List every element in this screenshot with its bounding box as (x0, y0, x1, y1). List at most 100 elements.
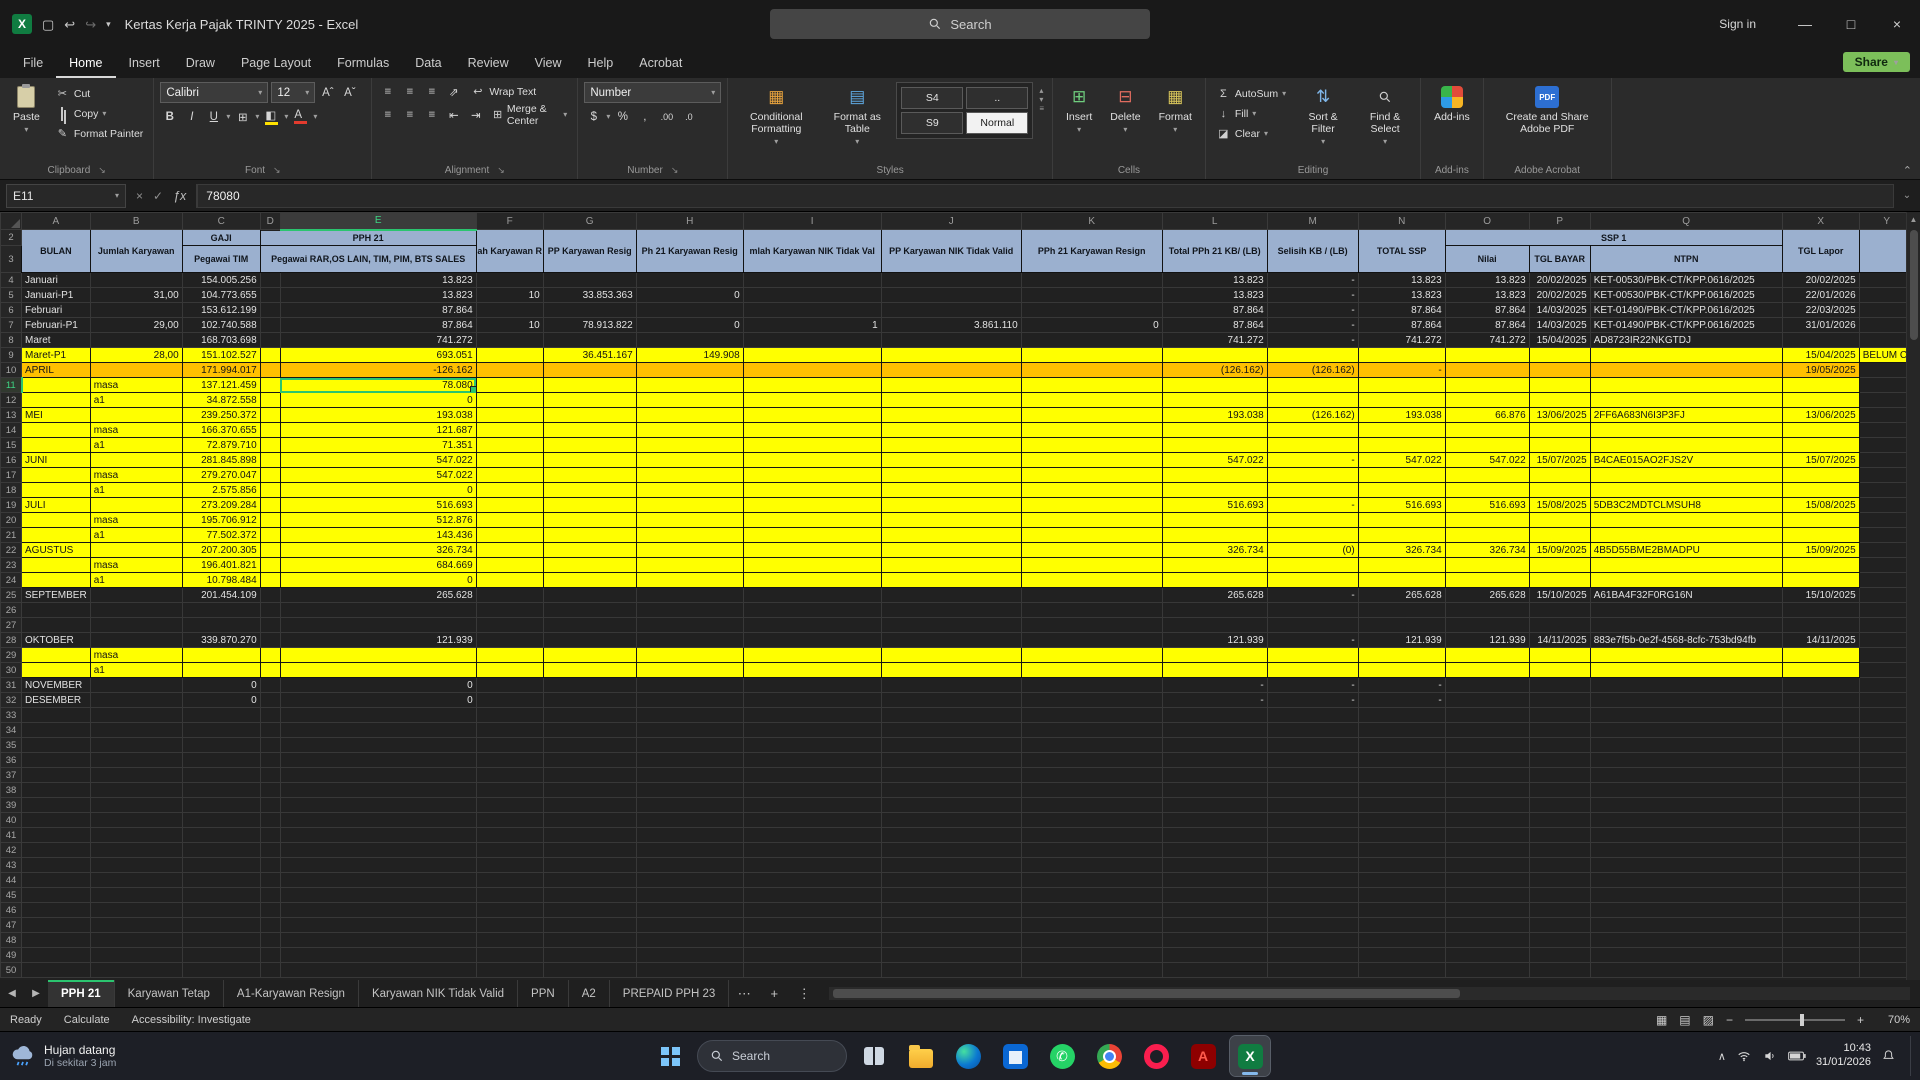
row-header-7[interactable]: 7 (1, 318, 22, 333)
cell-P11[interactable] (1529, 378, 1590, 393)
sheet-tab-ppn[interactable]: PPN (518, 980, 569, 1007)
insert-function-icon[interactable]: ƒx (173, 189, 186, 203)
cell-M6[interactable]: - (1267, 303, 1358, 318)
cell-L9[interactable] (1162, 348, 1267, 363)
font-color-icon[interactable]: A (291, 107, 310, 126)
cell-J22[interactable] (881, 543, 1021, 558)
header-cell-O3[interactable]: Nilai (1445, 246, 1529, 273)
cell-N40[interactable] (1358, 813, 1445, 828)
cell-C30[interactable] (182, 663, 260, 678)
cell-M28[interactable]: - (1267, 633, 1358, 648)
cell-E47[interactable] (280, 918, 476, 933)
cell-Q13[interactable]: 2FF6A683N6I3P3FJ (1590, 408, 1782, 423)
cell-B49[interactable] (90, 948, 182, 963)
cell-D33[interactable] (260, 708, 280, 723)
cell-B14[interactable]: masa (90, 423, 182, 438)
cell-I45[interactable] (743, 888, 881, 903)
cell-F24[interactable] (476, 573, 543, 588)
cell-C37[interactable] (182, 768, 260, 783)
cell-B32[interactable] (90, 693, 182, 708)
cell-K26[interactable] (1021, 603, 1162, 618)
cell-D42[interactable] (260, 843, 280, 858)
cell-M20[interactable] (1267, 513, 1358, 528)
cell-P31[interactable] (1529, 678, 1590, 693)
cell-O35[interactable] (1445, 738, 1529, 753)
cell-A19[interactable]: JULI (22, 498, 91, 513)
row-header-23[interactable]: 23 (1, 558, 22, 573)
cell-G35[interactable] (543, 738, 636, 753)
sheet-tab-prepaid-pph-23[interactable]: PREPAID PPH 23 (610, 980, 729, 1007)
cell-D47[interactable] (260, 918, 280, 933)
cell-X42[interactable] (1782, 843, 1859, 858)
cell-P35[interactable] (1529, 738, 1590, 753)
cell-G24[interactable] (543, 573, 636, 588)
cell-X12[interactable] (1782, 393, 1859, 408)
cell-K35[interactable] (1021, 738, 1162, 753)
cell-H14[interactable] (636, 423, 743, 438)
cell-A31[interactable]: NOVEMBER (22, 678, 91, 693)
cell-P14[interactable] (1529, 423, 1590, 438)
cell-J20[interactable] (881, 513, 1021, 528)
wifi-icon[interactable] (1736, 1049, 1752, 1063)
cell-M7[interactable]: - (1267, 318, 1358, 333)
row-header-2[interactable]: 2 (1, 230, 22, 246)
cell-G20[interactable] (543, 513, 636, 528)
cell-H30[interactable] (636, 663, 743, 678)
cell-E5[interactable]: 13.823 (280, 288, 476, 303)
cell-C28[interactable]: 339.870.270 (182, 633, 260, 648)
row-header-42[interactable]: 42 (1, 843, 22, 858)
cell-O39[interactable] (1445, 798, 1529, 813)
ribbon-tab-help[interactable]: Help (575, 48, 627, 78)
cell-C32[interactable]: 0 (182, 693, 260, 708)
cell-B44[interactable] (90, 873, 182, 888)
cell-M30[interactable] (1267, 663, 1358, 678)
cell-Q20[interactable] (1590, 513, 1782, 528)
cell-L4[interactable]: 13.823 (1162, 273, 1267, 288)
cell-J25[interactable] (881, 588, 1021, 603)
format-painter-button[interactable]: ✎Format Painter (51, 124, 147, 143)
cell-P23[interactable] (1529, 558, 1590, 573)
cell-C13[interactable]: 239.250.372 (182, 408, 260, 423)
cell-P38[interactable] (1529, 783, 1590, 798)
ribbon-tab-review[interactable]: Review (455, 48, 522, 78)
cell-F4[interactable] (476, 273, 543, 288)
cell-N27[interactable] (1358, 618, 1445, 633)
cell-Q18[interactable] (1590, 483, 1782, 498)
cell-E46[interactable] (280, 903, 476, 918)
cell-X6[interactable]: 22/03/2025 (1782, 303, 1859, 318)
cell-J8[interactable] (881, 333, 1021, 348)
cell-P40[interactable] (1529, 813, 1590, 828)
cell-D20[interactable] (260, 513, 280, 528)
cell-N19[interactable]: 516.693 (1358, 498, 1445, 513)
row-header-34[interactable]: 34 (1, 723, 22, 738)
cell-X18[interactable] (1782, 483, 1859, 498)
cell-style-s9[interactable]: S9 (901, 112, 963, 134)
cell-M41[interactable] (1267, 828, 1358, 843)
ribbon-tab-page-layout[interactable]: Page Layout (228, 48, 324, 78)
cell-H17[interactable] (636, 468, 743, 483)
cell-N29[interactable] (1358, 648, 1445, 663)
cell-I42[interactable] (743, 843, 881, 858)
cell-Q5[interactable]: KET-00530/PBK-CT/KPP.0616/2025 (1590, 288, 1782, 303)
cell-L49[interactable] (1162, 948, 1267, 963)
cell-F26[interactable] (476, 603, 543, 618)
cell-Q21[interactable] (1590, 528, 1782, 543)
cell-N30[interactable] (1358, 663, 1445, 678)
format-as-table-button[interactable]: ▤ Format as Table ▾ (822, 82, 892, 149)
cell-F50[interactable] (476, 963, 543, 978)
cell-B39[interactable] (90, 798, 182, 813)
cell-style-[interactable]: .. (966, 87, 1028, 109)
cell-Q45[interactable] (1590, 888, 1782, 903)
cell-F14[interactable] (476, 423, 543, 438)
sheet-tab-karyawan-tetap[interactable]: Karyawan Tetap (115, 980, 224, 1007)
cell-H7[interactable]: 0 (636, 318, 743, 333)
create-share-pdf-button[interactable]: PDF Create and Share Adobe PDF (1490, 82, 1605, 138)
cell-A45[interactable] (22, 888, 91, 903)
taskbar-folder-button[interactable] (901, 1036, 941, 1076)
cell-H24[interactable] (636, 573, 743, 588)
cell-F30[interactable] (476, 663, 543, 678)
cell-H49[interactable] (636, 948, 743, 963)
cell-M10[interactable]: (126.162) (1267, 363, 1358, 378)
cell-E37[interactable] (280, 768, 476, 783)
cell-A24[interactable] (22, 573, 91, 588)
